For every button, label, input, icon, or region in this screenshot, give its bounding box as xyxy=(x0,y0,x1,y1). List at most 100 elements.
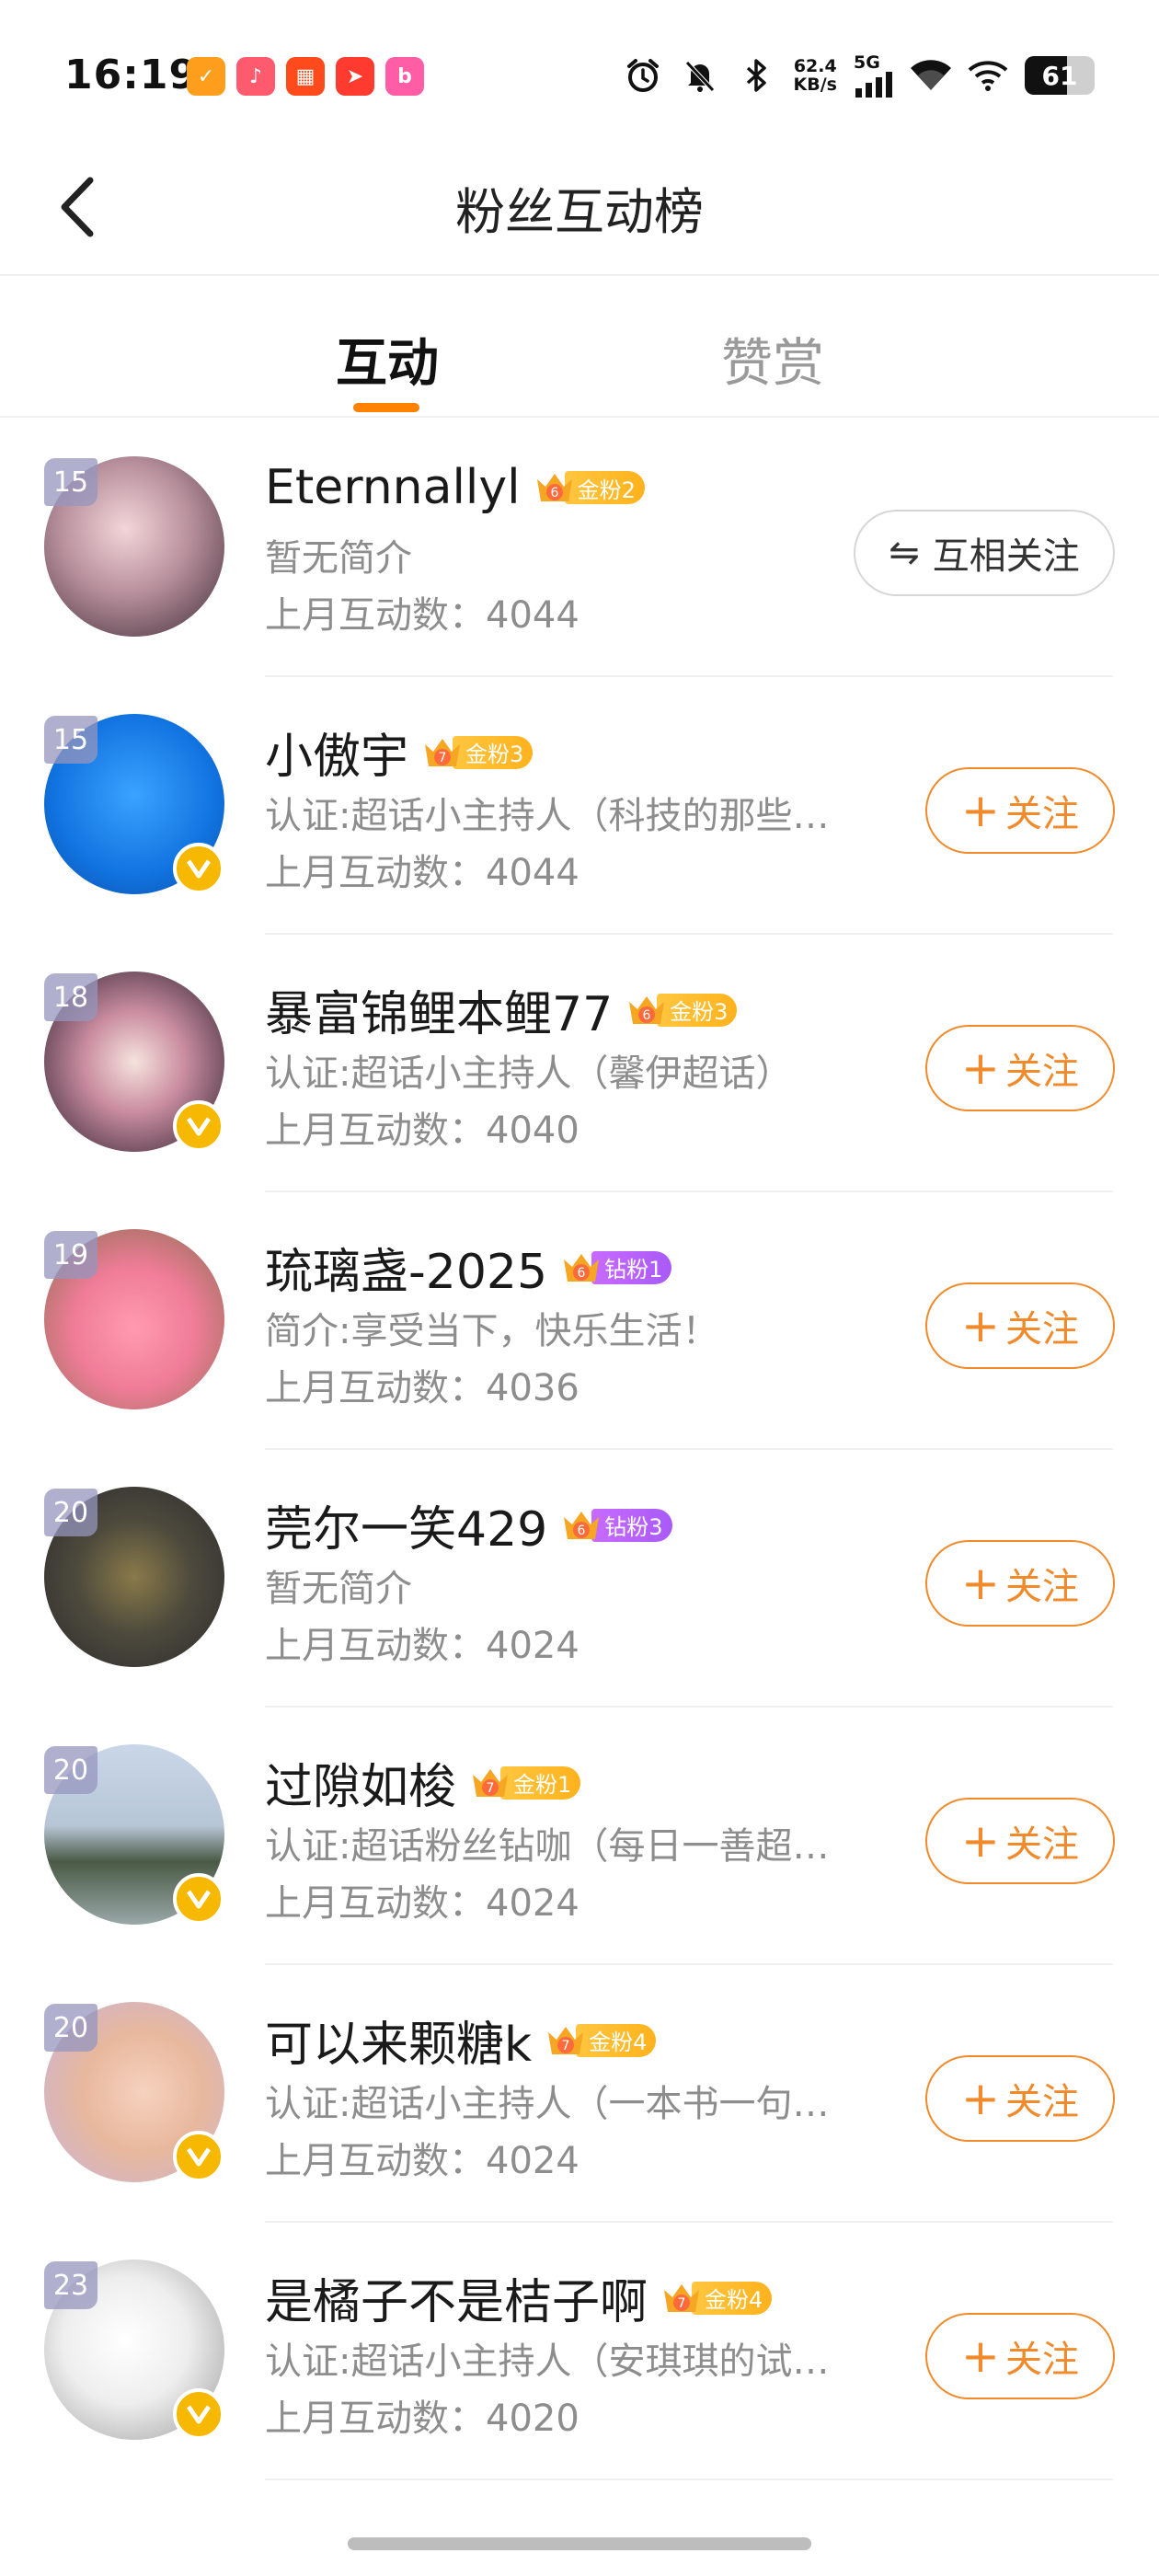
home-indicator[interactable] xyxy=(348,2537,811,2550)
fan-level-badge[interactable]: 6 钻粉3 xyxy=(560,1506,672,1545)
list-item[interactable]: 20 过隙如梭 7 金粉1 认证:超话粉丝钻咖（每日一善超… 上月互动数：4024 + 关注 xyxy=(0,1708,1159,1965)
fan-level-badge[interactable]: 6 金粉2 xyxy=(534,468,645,507)
follow-button[interactable]: + 关注 xyxy=(925,1282,1115,1369)
tab-appreciation[interactable]: 赞赏 xyxy=(721,322,824,397)
follow-label: 关注 xyxy=(1004,793,1079,835)
fan-level-badge[interactable]: 7 金粉4 xyxy=(545,2021,657,2060)
fan-level-number: 6 xyxy=(643,1008,651,1023)
rank-badge: 20 xyxy=(44,1489,98,1536)
interaction-count: 上月互动数：4024 xyxy=(265,1882,580,1925)
fan-level-number: 6 xyxy=(578,1266,586,1281)
fan-level-badge[interactable]: 6 钻粉1 xyxy=(560,1248,672,1287)
list-item[interactable]: 15 Eternnallyl 6 金粉2 暂无简介上月互动数：4044 ⇋ 互相关注 xyxy=(0,420,1159,677)
fan-level-number: 7 xyxy=(439,751,447,765)
fan-level-number: 6 xyxy=(578,1524,586,1538)
username[interactable]: 过隙如梭 xyxy=(265,1748,456,1817)
wifi-icon xyxy=(911,55,951,96)
follow-label: 关注 xyxy=(1004,1566,1079,1608)
username[interactable]: 暴富锦鲤本鲤77 xyxy=(265,975,613,1044)
follow-label: 关注 xyxy=(1004,2339,1079,2381)
interaction-count: 上月互动数：4024 xyxy=(265,2140,580,2182)
crown-icon: 7 xyxy=(660,2279,703,2317)
follow-button[interactable]: + 关注 xyxy=(925,2313,1115,2399)
follow-button[interactable]: + 关注 xyxy=(925,1540,1115,1627)
name-line: 小傲宇 7 金粉3 xyxy=(265,718,534,787)
username[interactable]: 是橘子不是桔子啊 xyxy=(265,2263,648,2332)
username[interactable]: 小傲宇 xyxy=(265,718,408,787)
user-description: 认证:超话小主持人（馨伊超话） xyxy=(265,1052,793,1095)
fan-level-label: 金粉4 xyxy=(692,2281,773,2315)
list-item[interactable]: 20 可以来颗糖k 7 金粉4 认证:超话小主持人（一本书一句… 上月互动数：4024 + 关… xyxy=(0,1965,1159,2223)
user-description: 暂无简介 xyxy=(265,537,412,580)
back-button[interactable] xyxy=(37,166,120,248)
username[interactable]: 莞尔一笑429 xyxy=(265,1490,547,1559)
username[interactable]: 可以来颗糖k xyxy=(265,2006,532,2075)
follow-button[interactable]: + 关注 xyxy=(925,1798,1115,1884)
alarm-icon xyxy=(623,55,663,96)
rank-badge: 20 xyxy=(44,2004,98,2052)
fan-level-badge[interactable]: 7 金粉3 xyxy=(421,733,534,772)
active-tab-indicator xyxy=(353,403,419,412)
fan-level-label: 钻粉1 xyxy=(591,1250,672,1284)
mutual-follow-button[interactable]: ⇋ 互相关注 xyxy=(854,510,1115,596)
follow-button[interactable]: + 关注 xyxy=(925,767,1115,854)
interaction-count: 上月互动数：4044 xyxy=(265,594,580,637)
battery-percent: 61 xyxy=(1041,60,1078,91)
status-right-group: 62.4 KB/s 5G 61 xyxy=(623,53,1095,98)
list-item[interactable]: 18 暴富锦鲤本鲤77 6 金粉3 认证:超话小主持人（馨伊超话） 上月互动数：4040 +… xyxy=(0,935,1159,1192)
plus-icon: + xyxy=(961,1041,1000,1095)
network-type: 5G xyxy=(854,52,880,73)
page-title: 粉丝互动榜 xyxy=(455,182,704,241)
tab-interaction[interactable]: 互动 xyxy=(336,322,439,397)
list-item[interactable]: 15 小傲宇 7 金粉3 认证:超话小主持人（科技的那些… 上月互动数：4044 + 关注 xyxy=(0,677,1159,935)
divider xyxy=(265,2478,1113,2480)
verified-badge-icon xyxy=(173,2131,224,2182)
list-item[interactable]: 23 是橘子不是桔子啊 7 金粉4 认证:超话小主持人（安琪琪的试… 上月互动数：4020… xyxy=(0,2223,1159,2480)
user-description: 认证:超话小主持人（一本书一句… xyxy=(265,2083,830,2125)
name-line: 莞尔一笑429 6 钻粉3 xyxy=(265,1490,672,1559)
fan-level-number: 7 xyxy=(678,2296,686,2311)
tab-bar: 互动 赞赏 xyxy=(0,276,1159,418)
app-icon-4: ➤ xyxy=(336,57,374,96)
status-bar: 16:19 ✓ ♪ ▦ ➤ b 62.4 KB/s 5G 61 xyxy=(0,0,1159,138)
rank-badge: 15 xyxy=(44,458,98,506)
bilibili-icon: b xyxy=(385,57,424,96)
fan-level-label: 金粉4 xyxy=(576,2023,657,2057)
interaction-count: 上月互动数：4020 xyxy=(265,2398,580,2440)
interaction-count: 上月互动数：4036 xyxy=(265,1367,580,1409)
follow-button[interactable]: + 关注 xyxy=(925,1025,1115,1111)
username[interactable]: Eternnallyl xyxy=(265,460,521,515)
crown-icon: 6 xyxy=(625,991,668,1029)
fan-level-label: 金粉2 xyxy=(564,471,645,504)
rank-badge: 20 xyxy=(44,1746,98,1794)
crown-icon: 7 xyxy=(469,1764,511,1802)
wifi-secondary-icon xyxy=(968,55,1008,96)
user-description: 暂无简介 xyxy=(265,1568,412,1610)
follow-label: 关注 xyxy=(1004,1823,1079,1866)
crown-icon: 7 xyxy=(421,733,464,772)
chevron-left-icon xyxy=(61,177,94,237)
fan-level-badge[interactable]: 6 金粉3 xyxy=(625,991,738,1029)
verified-badge-icon xyxy=(173,1873,224,1925)
bluetooth-icon xyxy=(737,55,777,96)
user-description: 认证:超话小主持人（科技的那些… xyxy=(265,795,830,837)
follow-label: 关注 xyxy=(1004,2081,1079,2123)
nav-bar: 粉丝互动榜 xyxy=(0,138,1159,276)
network-speed-value: 62.4 xyxy=(793,56,837,76)
app-icon-1: ✓ xyxy=(187,57,225,96)
fan-level-badge[interactable]: 7 金粉4 xyxy=(660,2279,773,2317)
follow-button[interactable]: + 关注 xyxy=(925,2055,1115,2142)
fan-level-label: 金粉3 xyxy=(657,993,738,1027)
list-item[interactable]: 19 琉璃盏-2025 6 钻粉1 简介:享受当下，快乐生活！ 上月互动数：4036 + 关注 xyxy=(0,1192,1159,1450)
name-line: 过隙如梭 7 金粉1 xyxy=(265,1748,581,1817)
username[interactable]: 琉璃盏-2025 xyxy=(265,1233,547,1302)
name-line: 可以来颗糖k 7 金粉4 xyxy=(265,2006,657,2075)
name-line: Eternnallyl 6 金粉2 xyxy=(265,460,645,515)
list-item[interactable]: 20 莞尔一笑429 6 钻粉3 暂无简介 上月互动数：4024 + 关注 xyxy=(0,1450,1159,1708)
battery-indicator: 61 xyxy=(1025,56,1095,95)
app-icon-3: ▦ xyxy=(286,57,325,96)
user-description: 简介:享受当下，快乐生活！ xyxy=(265,1310,719,1352)
fan-level-badge[interactable]: 7 金粉1 xyxy=(469,1764,581,1802)
crown-icon: 6 xyxy=(560,1248,602,1287)
follow-label: 关注 xyxy=(1004,1051,1079,1093)
